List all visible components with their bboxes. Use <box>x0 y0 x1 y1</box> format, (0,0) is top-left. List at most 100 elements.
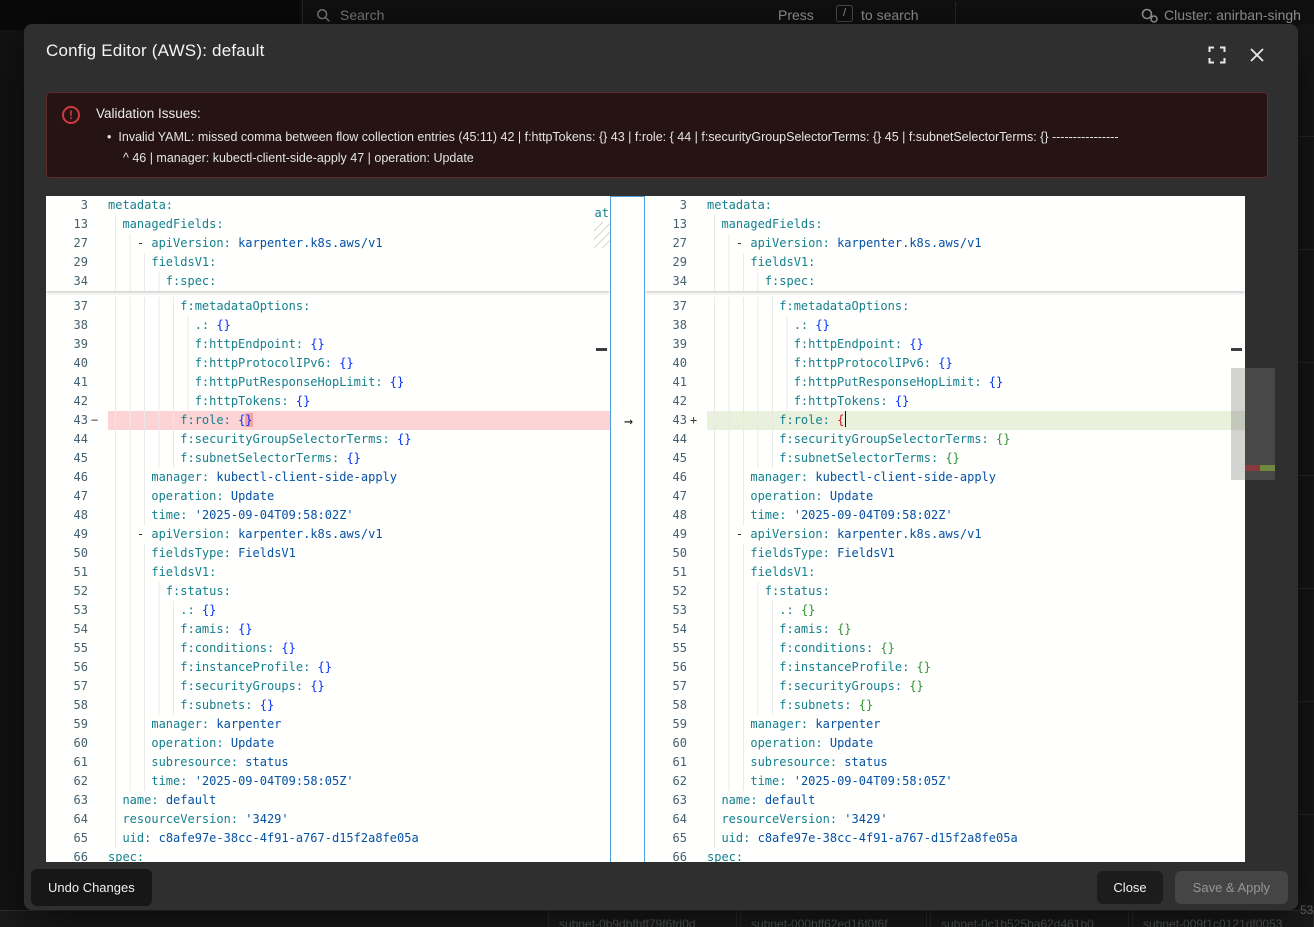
code-line[interactable]: 66spec: <box>46 848 610 862</box>
code-text[interactable]: f:status: <box>108 582 610 601</box>
code-line[interactable]: 63 name: default <box>645 791 1245 810</box>
code-line[interactable]: 65 uid: c8afe97e-38cc-4f91-a767-d15f2a8f… <box>645 829 1245 848</box>
code-text[interactable]: subresource: status <box>108 753 610 772</box>
code-line[interactable]: 47 operation: Update <box>645 487 1245 506</box>
code-line[interactable]: 44 f:securityGroupSelectorTerms: {} <box>46 430 610 449</box>
code-text[interactable]: f:securityGroupSelectorTerms: {} <box>108 430 610 449</box>
code-text[interactable]: f:instanceProfile: {} <box>707 658 1245 677</box>
code-line[interactable]: 53 .: {} <box>46 601 610 620</box>
code-text[interactable]: f:metadataOptions: <box>707 297 1245 316</box>
code-line[interactable]: 64 resourceVersion: '3429' <box>645 810 1245 829</box>
code-text[interactable]: f:amis: {} <box>108 620 610 639</box>
code-text[interactable]: .: {} <box>707 601 1245 620</box>
code-text[interactable]: uid: c8afe97e-38cc-4f91-a767-d15f2a8fe05… <box>108 829 610 848</box>
code-text[interactable]: operation: Update <box>108 734 610 753</box>
code-text[interactable]: f:instanceProfile: {} <box>108 658 610 677</box>
code-line[interactable]: 61 subresource: status <box>645 753 1245 772</box>
code-text[interactable]: fieldsType: FieldsV1 <box>108 544 610 563</box>
close-dialog-button[interactable] <box>1244 42 1270 68</box>
code-text[interactable]: f:spec: <box>108 272 610 291</box>
code-text[interactable]: f:conditions: {} <box>707 639 1245 658</box>
code-line[interactable]: 57 f:securityGroups: {} <box>645 677 1245 696</box>
code-text[interactable]: fieldsV1: <box>707 253 1245 272</box>
original-editor-body[interactable]: 37 f:metadataOptions:38 .: {}39 f:httpEn… <box>46 291 610 862</box>
revert-change-arrow-button[interactable]: → <box>611 412 646 431</box>
code-text[interactable]: name: default <box>707 791 1245 810</box>
code-line[interactable]: 48 time: '2025-09-04T09:58:02Z' <box>645 506 1245 525</box>
code-text[interactable]: fieldsV1: <box>108 253 610 272</box>
code-text[interactable]: f:subnets: {} <box>707 696 1245 715</box>
code-text[interactable]: f:metadataOptions: <box>108 297 610 316</box>
code-line[interactable]: 45 f:subnetSelectorTerms: {} <box>46 449 610 468</box>
code-text[interactable]: uid: c8afe97e-38cc-4f91-a767-d15f2a8fe05… <box>707 829 1245 848</box>
code-text[interactable]: f:httpTokens: {} <box>707 392 1245 411</box>
code-text[interactable]: .: {} <box>707 316 1245 335</box>
code-text[interactable]: f:securityGroupSelectorTerms: {} <box>707 430 1245 449</box>
code-text[interactable]: operation: Update <box>707 487 1245 506</box>
code-text[interactable]: f:httpTokens: {} <box>108 392 610 411</box>
code-line[interactable]: 61 subresource: status <box>46 753 610 772</box>
code-line[interactable]: 66spec: <box>645 848 1245 862</box>
code-line[interactable]: 63 name: default <box>46 791 610 810</box>
save-apply-button[interactable]: Save & Apply <box>1175 871 1288 904</box>
code-line[interactable]: 38 .: {} <box>645 316 1245 335</box>
code-text[interactable]: f:spec: <box>707 272 1245 291</box>
code-line[interactable]: 50 fieldsType: FieldsV1 <box>645 544 1245 563</box>
code-text[interactable]: metadata: <box>108 196 610 215</box>
code-text[interactable]: name: default <box>108 791 610 810</box>
code-text[interactable]: fieldsV1: <box>108 563 610 582</box>
code-line[interactable]: 37 f:metadataOptions: <box>46 297 610 316</box>
code-line[interactable]: 57 f:securityGroups: {} <box>46 677 610 696</box>
code-text[interactable]: fieldsType: FieldsV1 <box>707 544 1245 563</box>
code-line[interactable]: 56 f:instanceProfile: {} <box>645 658 1245 677</box>
code-text[interactable]: spec: <box>707 848 1245 862</box>
code-line[interactable]: 51 fieldsV1: <box>645 563 1245 582</box>
original-editor-pane[interactable]: 37 f:metadataOptions:38 .: {}39 f:httpEn… <box>46 196 610 862</box>
modified-editor-pane[interactable]: 37 f:metadataOptions:38 .: {}39 f:httpEn… <box>645 196 1245 862</box>
code-line[interactable]: 59 manager: karpenter <box>645 715 1245 734</box>
code-line[interactable]: 13 managedFields: <box>46 215 610 234</box>
code-line[interactable]: 47 operation: Update <box>46 487 610 506</box>
code-line[interactable]: 43+ f:role: { <box>645 411 1245 430</box>
undo-changes-button[interactable]: Undo Changes <box>31 869 152 906</box>
code-text[interactable]: f:httpPutResponseHopLimit: {} <box>707 373 1245 392</box>
code-text[interactable]: f:role: {} <box>108 411 610 430</box>
code-text[interactable]: metadata: <box>707 196 1245 215</box>
code-text[interactable]: spec: <box>108 848 610 862</box>
code-text[interactable]: f:conditions: {} <box>108 639 610 658</box>
code-text[interactable]: f:httpProtocolIPv6: {} <box>707 354 1245 373</box>
code-text[interactable]: time: '2025-09-04T09:58:02Z' <box>108 506 610 525</box>
code-line[interactable]: 44 f:securityGroupSelectorTerms: {} <box>645 430 1245 449</box>
code-line[interactable]: 41 f:httpPutResponseHopLimit: {} <box>46 373 610 392</box>
code-text[interactable]: time: '2025-09-04T09:58:02Z' <box>707 506 1245 525</box>
code-text[interactable]: resourceVersion: '3429' <box>707 810 1245 829</box>
close-button[interactable]: Close <box>1097 871 1162 904</box>
diff-sash[interactable]: → <box>610 196 645 862</box>
code-text[interactable]: f:httpEndpoint: {} <box>707 335 1245 354</box>
code-text[interactable]: manager: kubectl-client-side-apply <box>108 468 610 487</box>
code-line[interactable]: 52 f:status: <box>46 582 610 601</box>
code-line[interactable]: 27 - apiVersion: karpenter.k8s.aws/v1 <box>645 234 1245 253</box>
code-text[interactable]: f:amis: {} <box>707 620 1245 639</box>
code-line[interactable]: 62 time: '2025-09-04T09:58:05Z' <box>645 772 1245 791</box>
code-line[interactable]: 13 managedFields: <box>645 215 1245 234</box>
code-line[interactable]: 40 f:httpProtocolIPv6: {} <box>645 354 1245 373</box>
code-line[interactable]: 60 operation: Update <box>46 734 610 753</box>
code-text[interactable]: - apiVersion: karpenter.k8s.aws/v1 <box>707 525 1245 544</box>
code-line[interactable]: 39 f:httpEndpoint: {} <box>645 335 1245 354</box>
code-text[interactable]: manager: karpenter <box>108 715 610 734</box>
code-text[interactable]: f:subnets: {} <box>108 696 610 715</box>
code-line[interactable]: 48 time: '2025-09-04T09:58:02Z' <box>46 506 610 525</box>
code-text[interactable]: .: {} <box>108 601 610 620</box>
code-line[interactable]: 62 time: '2025-09-04T09:58:05Z' <box>46 772 610 791</box>
code-line[interactable]: 40 f:httpProtocolIPv6: {} <box>46 354 610 373</box>
code-line[interactable]: 46 manager: kubectl-client-side-apply <box>46 468 610 487</box>
code-text[interactable]: .: {} <box>108 316 610 335</box>
code-line[interactable]: 49 - apiVersion: karpenter.k8s.aws/v1 <box>46 525 610 544</box>
code-text[interactable]: subresource: status <box>707 753 1245 772</box>
code-line[interactable]: 54 f:amis: {} <box>645 620 1245 639</box>
diff-overview-ruler[interactable] <box>1245 368 1275 480</box>
code-text[interactable]: operation: Update <box>707 734 1245 753</box>
code-text[interactable]: f:subnetSelectorTerms: {} <box>707 449 1245 468</box>
code-text[interactable]: manager: kubectl-client-side-apply <box>707 468 1245 487</box>
